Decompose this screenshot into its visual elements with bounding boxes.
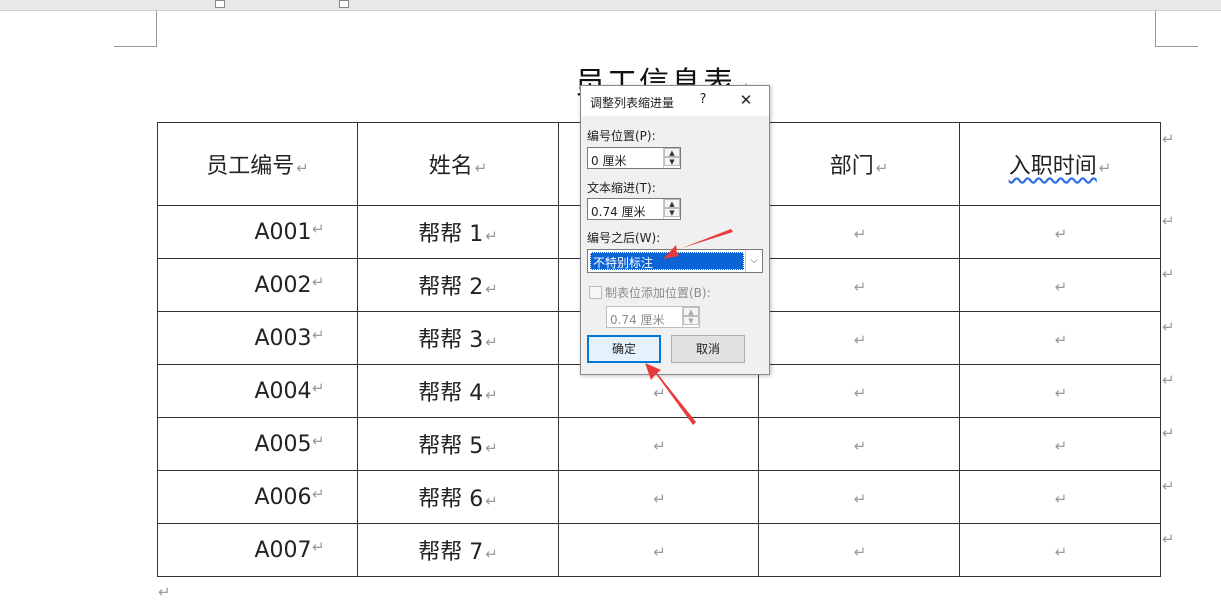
annotation-arrow [645, 363, 696, 425]
annotation-arrows [645, 229, 733, 425]
annotation-arrow [663, 229, 733, 259]
